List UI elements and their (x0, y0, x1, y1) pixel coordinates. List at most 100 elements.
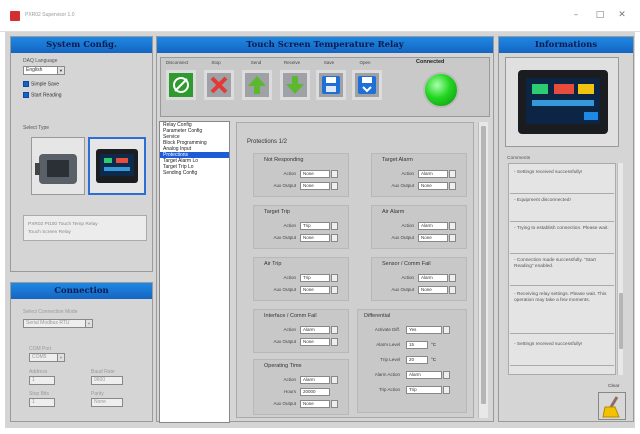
aux-label: Aux Output (391, 287, 414, 292)
hours-input[interactable]: 20000 (300, 388, 330, 396)
trip-action-select[interactable]: Trip (406, 386, 450, 394)
action-select[interactable]: Trip (300, 274, 338, 282)
tree-item[interactable]: Sending Config (160, 170, 229, 176)
disconnect-button[interactable] (166, 70, 196, 100)
clear-button[interactable] (598, 392, 626, 420)
clear-label: Clear (608, 384, 620, 389)
action-select[interactable]: Alarm (418, 170, 456, 178)
aux-select[interactable]: None (418, 286, 456, 294)
group-title: Operating Time (264, 363, 302, 369)
save-button[interactable] (316, 70, 346, 100)
close-button[interactable]: ✕ (614, 8, 630, 22)
scrollbar-thumb[interactable] (481, 126, 486, 404)
aux-select[interactable]: None (300, 234, 338, 242)
floppy-disk-icon (322, 76, 340, 94)
relay-header: Touch Screen Temperature Relay (157, 37, 493, 53)
device-type-option-1[interactable] (31, 137, 85, 195)
aux-value: None (303, 235, 314, 240)
chevron-down-icon (449, 222, 456, 230)
stop-bits-select[interactable]: 1 (29, 398, 55, 407)
connection-mode-value: Serial Modbus RTU (26, 320, 70, 326)
maximize-button[interactable]: □ (592, 8, 608, 22)
group-target-alarm: Target Alarm Action Alarm Aux Output Non… (371, 153, 467, 197)
chevron-down-icon (331, 182, 338, 190)
trip-level-input[interactable]: 20 (406, 356, 428, 364)
group-title: Sensor / Comm Fail (382, 261, 431, 267)
action-value: Alarm (303, 327, 315, 332)
action-select[interactable]: Alarm (300, 326, 338, 334)
section-title: Protections 1/2 (247, 139, 288, 145)
alarm-action-value: Alarm (409, 372, 421, 377)
minimize-button[interactable]: – (568, 8, 584, 22)
config-tree: Relay Config Parameter Config Service Block… (159, 121, 230, 423)
aux-select[interactable]: None (418, 234, 456, 242)
protections-scrollbar[interactable] (478, 122, 488, 418)
group-interface-fail: Interface / Comm Fail Action Alarm Aux O… (253, 309, 349, 353)
group-title: Target Alarm (382, 157, 413, 163)
trip-action-value: Trip (409, 387, 417, 392)
chevron-down-icon: ▼ (85, 320, 92, 327)
alarm-level-input[interactable]: 15 (406, 341, 428, 349)
start-reading-checkbox[interactable]: Start Reading (23, 92, 62, 98)
chevron-down-icon (443, 371, 450, 379)
action-value: Alarm (421, 171, 433, 176)
trip-action-label: Trip Action (378, 387, 400, 392)
informations-header: Informations (499, 37, 633, 53)
aux-select[interactable]: None (300, 182, 338, 190)
group-air-alarm: Air Alarm Action Alarm Aux Output None (371, 205, 467, 249)
group-title: Interface / Comm Fail (264, 313, 317, 319)
action-label: Action (401, 171, 414, 176)
action-label: Action (401, 275, 414, 280)
aux-select[interactable]: None (300, 338, 338, 346)
send-button[interactable] (242, 70, 272, 100)
device-type-option-2[interactable] (88, 137, 146, 195)
activate-select[interactable]: Yes (406, 326, 450, 334)
open-button[interactable] (352, 70, 382, 100)
hours-label: Hours (283, 389, 296, 394)
action-select[interactable]: None (300, 170, 338, 178)
connected-label: Connected (416, 59, 445, 65)
save-label: Save (323, 60, 335, 65)
stop-button[interactable] (204, 70, 234, 100)
group-title: Air Trip (264, 261, 282, 267)
disconnect-icon (173, 77, 189, 93)
parity-select[interactable]: None (91, 398, 123, 407)
action-select[interactable]: Alarm (418, 274, 456, 282)
action-label: Action (283, 377, 296, 382)
action-value: Alarm (303, 377, 315, 382)
log-message: - Trying to establish connection. Please… (510, 224, 614, 254)
chevron-down-icon (331, 338, 338, 346)
device-info-line1: PXR02 Pt100 Touch Temp Relay (28, 222, 98, 227)
window-title: PXR02 Supervisor 1.0 (25, 12, 75, 18)
system-config-panel: System Config. DAQ Language English ▼ Sim… (10, 36, 153, 272)
connection-mode-select[interactable]: Serial Modbus RTU ▼ (23, 319, 93, 328)
aux-label: Aux Output (273, 401, 296, 406)
language-select[interactable]: English ▼ (23, 66, 65, 75)
broom-icon (602, 396, 620, 418)
receive-button[interactable] (280, 70, 310, 100)
aux-value: None (303, 401, 314, 406)
parity-label: Parity (91, 391, 104, 397)
select-type-label: Select Type (23, 125, 50, 131)
aux-select[interactable]: None (418, 182, 456, 190)
action-select[interactable]: Trip (300, 222, 338, 230)
trip-level-label: Trip Level (380, 357, 400, 362)
information-scrollbar[interactable] (617, 163, 623, 375)
simple-save-checkbox[interactable]: Simple Save (23, 81, 59, 87)
system-config-header: System Config. (11, 37, 152, 53)
chevron-down-icon (443, 326, 450, 334)
device-info-line2: Touch Screen Relay (28, 230, 71, 235)
address-input[interactable]: 1 (29, 376, 55, 385)
alarm-action-select[interactable]: Alarm (406, 371, 450, 379)
action-select[interactable]: Alarm (300, 376, 338, 384)
alarm-level-label: Alarm Level (376, 342, 400, 347)
baud-select[interactable]: 9600 (91, 376, 123, 385)
action-value: Trip (303, 275, 311, 280)
window-titlebar: PXR02 Supervisor 1.0 – □ ✕ (0, 0, 640, 32)
port-select[interactable]: COM5 ▼ (29, 353, 65, 362)
action-select[interactable]: Alarm (418, 222, 456, 230)
aux-select[interactable]: None (300, 400, 338, 408)
aux-select[interactable]: None (300, 286, 338, 294)
scrollbar-thumb[interactable] (619, 293, 623, 349)
alarm-level-value: 15 (409, 342, 415, 347)
